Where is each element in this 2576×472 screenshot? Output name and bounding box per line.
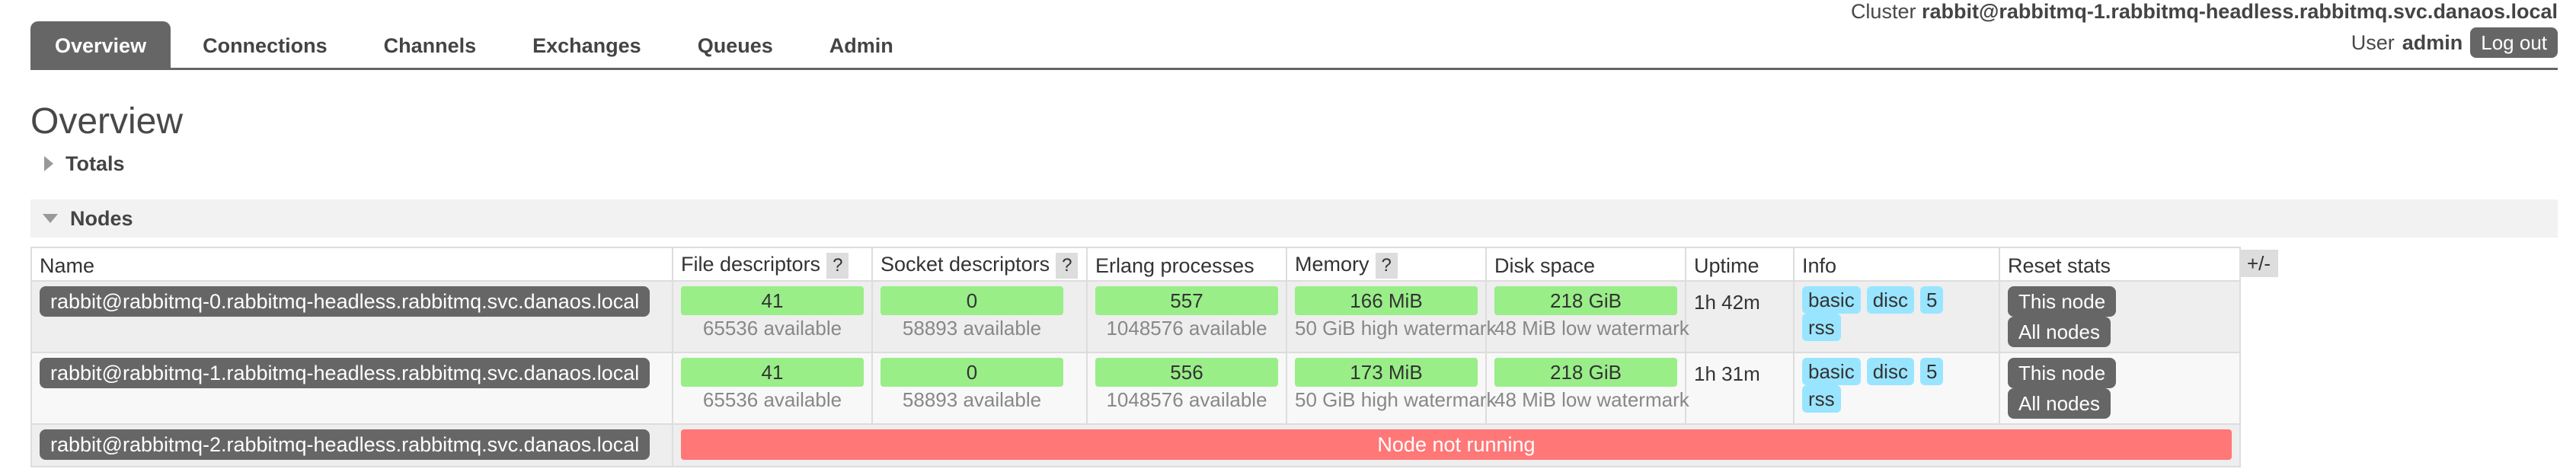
help-socket-descriptors-button[interactable]: ? [1056, 253, 1079, 279]
tab-exchanges[interactable]: Exchanges [508, 21, 666, 69]
memory-watermark: 50 GiB high watermark [1295, 317, 1497, 340]
sd-bar: 0 [881, 358, 1063, 387]
collapse-arrow-icon [43, 214, 58, 223]
totals-label: Totals [66, 151, 125, 175]
cluster-label: Cluster [1850, 0, 1916, 23]
col-file-descriptors[interactable]: File descriptors? [672, 247, 873, 282]
user-info: User admin Log out [2351, 27, 2558, 58]
uptime-value: 1h 31m [1694, 362, 1760, 385]
info-badge-rss: rss [1802, 314, 1841, 341]
table-row: rabbit@rabbitmq-2.rabbitmq-headless.rabb… [30, 423, 2241, 467]
disk-watermark: 48 MiB low watermark [1494, 317, 1689, 340]
tab-admin[interactable]: Admin [805, 21, 918, 69]
sd-bar: 0 [881, 286, 1063, 315]
table-row: rabbit@rabbitmq-1.rabbitmq-headless.rabb… [30, 352, 2241, 425]
tab-channels[interactable]: Channels [360, 21, 501, 69]
info-badge-rss: rss [1802, 385, 1841, 413]
fd-available: 65536 available [702, 317, 842, 340]
erlang-available: 1048576 available [1106, 388, 1267, 411]
user-label: User [2351, 30, 2395, 54]
page-title: Overview [30, 101, 184, 142]
node-name-link[interactable]: rabbit@rabbitmq-0.rabbitmq-headless.rabb… [40, 286, 650, 317]
col-reset-stats: Reset stats [1999, 247, 2241, 282]
help-file-descriptors-button[interactable]: ? [826, 253, 849, 279]
col-uptime[interactable]: Uptime [1685, 247, 1795, 282]
reset-this-node-button[interactable]: This node [2008, 358, 2117, 388]
logout-button[interactable]: Log out [2470, 27, 2558, 58]
table-header-row: Name File descriptors? Socket descriptor… [30, 247, 2241, 282]
reset-all-nodes-button[interactable]: All nodes [2008, 317, 2111, 347]
erlang-bar: 557 [1095, 286, 1278, 315]
erlang-bar: 556 [1095, 358, 1278, 387]
memory-bar: 166 MiB [1295, 286, 1478, 315]
disk-bar: 218 GiB [1494, 358, 1677, 387]
expand-arrow-icon [44, 156, 53, 171]
tab-overview[interactable]: Overview [30, 21, 171, 69]
info-badge-count: 5 [1919, 358, 1944, 385]
info-badge-disc: disc [1866, 358, 1914, 385]
cluster-info: Cluster rabbit@rabbitmq-1.rabbitmq-headl… [1851, 0, 2558, 24]
info-badge-disc: disc [1866, 286, 1914, 314]
node-name-link[interactable]: rabbit@rabbitmq-1.rabbitmq-headless.rabb… [40, 358, 650, 388]
column-toggle-button[interactable]: +/- [2239, 250, 2279, 277]
col-memory[interactable]: Memory? [1286, 247, 1487, 282]
tab-connections[interactable]: Connections [178, 21, 352, 69]
reset-this-node-button[interactable]: This node [2008, 286, 2117, 317]
fd-bar: 41 [681, 358, 864, 387]
info-badge-basic: basic [1802, 358, 1861, 385]
sd-available: 58893 available [902, 317, 1042, 340]
col-name[interactable]: Name [30, 247, 673, 282]
info-badge-basic: basic [1802, 286, 1861, 314]
uptime-value: 1h 42m [1694, 291, 1760, 314]
main-tabs: Overview Connections Channels Exchanges … [30, 21, 925, 69]
sd-available: 58893 available [902, 388, 1042, 411]
col-erlang-processes[interactable]: Erlang processes [1086, 247, 1287, 282]
disk-watermark: 48 MiB low watermark [1494, 388, 1689, 411]
cluster-name: rabbit@rabbitmq-1.rabbitmq-headless.rabb… [1921, 0, 2558, 23]
totals-section-toggle[interactable]: Totals [30, 145, 2558, 183]
memory-bar: 173 MiB [1295, 358, 1478, 387]
erlang-available: 1048576 available [1106, 317, 1267, 340]
node-status-not-running: Node not running [681, 429, 2232, 460]
tab-queues[interactable]: Queues [673, 21, 797, 69]
nodes-table: Name File descriptors? Socket descriptor… [30, 247, 2241, 467]
tab-underline [30, 68, 2558, 70]
disk-bar: 218 GiB [1494, 286, 1677, 315]
header: Overview Connections Channels Exchanges … [0, 0, 2576, 70]
fd-available: 65536 available [702, 388, 842, 411]
memory-watermark: 50 GiB high watermark [1295, 388, 1497, 411]
help-memory-button[interactable]: ? [1375, 253, 1398, 279]
user-name: admin [2402, 30, 2463, 54]
nodes-section-toggle[interactable]: Nodes [30, 199, 2558, 238]
nodes-label: Nodes [70, 206, 133, 230]
reset-all-nodes-button[interactable]: All nodes [2008, 388, 2111, 419]
info-badge-count: 5 [1919, 286, 1944, 314]
table-row: rabbit@rabbitmq-0.rabbitmq-headless.rabb… [30, 280, 2241, 353]
col-socket-descriptors[interactable]: Socket descriptors? [871, 247, 1088, 282]
fd-bar: 41 [681, 286, 864, 315]
node-name-link[interactable]: rabbit@rabbitmq-2.rabbitmq-headless.rabb… [40, 429, 650, 460]
col-info[interactable]: Info [1793, 247, 2000, 282]
col-disk-space[interactable]: Disk space [1485, 247, 1686, 282]
